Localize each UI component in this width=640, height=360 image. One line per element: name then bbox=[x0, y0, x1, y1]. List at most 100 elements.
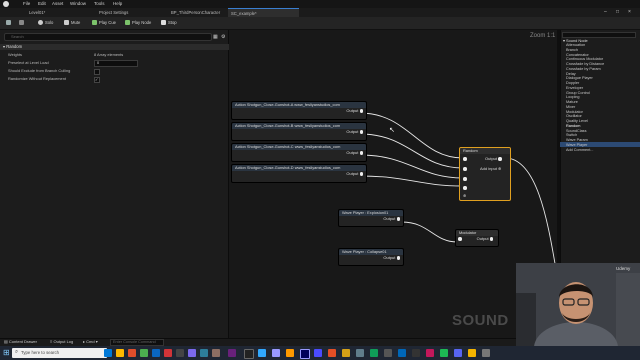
grid-view-icon[interactable]: ▦ bbox=[213, 34, 218, 40]
palette-item[interactable]: Continuous Modulator bbox=[566, 57, 603, 61]
app-icon[interactable] bbox=[200, 349, 208, 357]
palette-item[interactable]: Dialogue Player bbox=[566, 76, 593, 80]
random-node[interactable]: Random Output Add input ⊕ ⊕ bbox=[459, 147, 511, 201]
add-pin-icon[interactable]: ⊕ bbox=[463, 193, 466, 198]
palette-item[interactable]: Delay bbox=[566, 72, 576, 76]
stop-button[interactable]: Stop bbox=[161, 19, 177, 27]
photoshop-icon[interactable] bbox=[258, 349, 266, 357]
after-effects-icon[interactable] bbox=[300, 349, 310, 359]
details-search-input[interactable]: Search bbox=[4, 33, 212, 41]
app-icon[interactable] bbox=[164, 349, 172, 357]
app-icon[interactable] bbox=[128, 349, 136, 357]
palette-item[interactable]: Crossfade by Distance bbox=[566, 62, 604, 66]
app-icon[interactable] bbox=[314, 349, 322, 357]
input-pin-icon[interactable] bbox=[458, 237, 462, 241]
palette-item[interactable]: Enveloper bbox=[566, 86, 583, 90]
palette-item[interactable]: Add Comment... bbox=[566, 148, 593, 152]
palette-item[interactable]: Random bbox=[566, 124, 580, 128]
console-input[interactable]: Enter Console Command bbox=[110, 339, 164, 346]
output-pin-icon[interactable] bbox=[396, 256, 400, 260]
visual-studio-icon[interactable] bbox=[228, 349, 236, 357]
output-pin-icon[interactable] bbox=[359, 151, 363, 155]
cmd-dropdown[interactable]: ▸ Cmd ▾ bbox=[83, 339, 98, 345]
palette-item[interactable]: SoundClass bbox=[566, 129, 586, 133]
output-log-button[interactable]: ≡ Output Log bbox=[50, 339, 73, 345]
unreal-engine-icon[interactable] bbox=[244, 349, 254, 359]
taskbar-search-input[interactable]: Type here to search bbox=[12, 348, 107, 358]
close-icon[interactable]: × bbox=[628, 9, 631, 15]
premiere-icon[interactable] bbox=[272, 349, 280, 357]
palette-item[interactable]: Looping bbox=[566, 95, 580, 99]
output-pin-icon[interactable] bbox=[498, 157, 502, 161]
windows-start-icon[interactable]: ⊞ bbox=[3, 348, 10, 357]
input-pin-icon[interactable] bbox=[463, 157, 467, 161]
play-node-button[interactable]: Play Node bbox=[125, 19, 151, 27]
menu-edit[interactable]: Edit bbox=[38, 1, 46, 6]
file-explorer-icon[interactable] bbox=[116, 349, 124, 357]
wave-node-d[interactable]: Action Shotgun_Close-Gunshot-D www_fesli… bbox=[231, 164, 367, 183]
menu-asset[interactable]: Asset bbox=[52, 1, 63, 6]
app-icon[interactable] bbox=[188, 349, 196, 357]
add-input-icon[interactable]: ⊕ bbox=[498, 166, 501, 171]
app-icon[interactable] bbox=[212, 349, 220, 357]
palette-item[interactable]: Branch bbox=[566, 48, 578, 52]
palette-item[interactable]: Quality Level bbox=[566, 119, 588, 123]
app-icon[interactable] bbox=[440, 349, 448, 357]
prop-weights-value[interactable]: 8 Array elements bbox=[94, 52, 123, 57]
app-icon[interactable] bbox=[482, 349, 490, 357]
browse-icon[interactable] bbox=[19, 19, 26, 27]
mute-button[interactable]: Mute bbox=[64, 19, 80, 27]
palette-item[interactable]: Group Control bbox=[566, 91, 590, 95]
prop-preselect-input[interactable]: 0 bbox=[94, 60, 138, 67]
app-icon[interactable] bbox=[342, 349, 350, 357]
palette-item[interactable]: Doppler bbox=[566, 81, 579, 85]
palette-item[interactable]: Mature bbox=[566, 100, 578, 104]
palette-item[interactable]: Wave Player bbox=[566, 143, 587, 147]
minimize-icon[interactable]: – bbox=[604, 9, 607, 15]
wave-player-explosion-node[interactable]: Wave Player : Explosion01 Output bbox=[338, 209, 404, 227]
wave-node-c[interactable]: Action Shotgun_Close-Gunshot-C www_fesli… bbox=[231, 143, 367, 162]
menu-help[interactable]: Help bbox=[113, 1, 122, 6]
tab-level01[interactable]: Level01* bbox=[26, 8, 89, 17]
output-pin-icon[interactable] bbox=[489, 237, 494, 241]
palette-item[interactable]: Modulator bbox=[566, 110, 583, 114]
maximize-icon[interactable]: □ bbox=[616, 9, 619, 15]
edge-icon[interactable] bbox=[398, 349, 406, 357]
app-icon[interactable] bbox=[152, 349, 160, 357]
app-icon[interactable] bbox=[356, 349, 364, 357]
wave-node-a[interactable]: Action Shotgun_Close-Gunshot-A www_fesli… bbox=[231, 101, 367, 120]
solo-button[interactable]: Solo bbox=[38, 19, 53, 27]
app-icon[interactable] bbox=[426, 349, 434, 357]
tab-bp-third-person-character[interactable]: BP_ThirdPersonCharacter bbox=[168, 8, 231, 17]
palette-item[interactable]: Concatenator bbox=[566, 53, 589, 57]
app-icon[interactable] bbox=[140, 349, 148, 357]
prop-randomize-checkbox[interactable]: ✓ bbox=[94, 77, 100, 83]
palette-item[interactable]: Mixer bbox=[566, 105, 575, 109]
app-icon[interactable] bbox=[454, 349, 462, 357]
output-pin-icon[interactable] bbox=[359, 130, 363, 134]
wave-node-b[interactable]: Action Shotgun_Close-Gunshot-B www_fesli… bbox=[231, 122, 367, 141]
settings-icon[interactable]: ⚙ bbox=[221, 34, 225, 40]
output-pin-icon[interactable] bbox=[359, 109, 363, 113]
details-section-random[interactable]: ▾ Random bbox=[0, 44, 231, 50]
illustrator-icon[interactable] bbox=[286, 349, 294, 357]
prop-exclude-culling-checkbox[interactable] bbox=[94, 69, 100, 75]
app-icon[interactable] bbox=[468, 349, 476, 357]
save-icon[interactable] bbox=[6, 19, 13, 27]
menu-window[interactable]: Window bbox=[70, 1, 86, 6]
palette-item[interactable]: Attenuation bbox=[566, 43, 585, 47]
tab-sc-example[interactable]: SC_example* bbox=[228, 8, 299, 17]
palette-item[interactable]: Crossfade by Param bbox=[566, 67, 601, 71]
input-pin-icon[interactable] bbox=[463, 177, 467, 181]
input-pin-icon[interactable] bbox=[463, 186, 467, 190]
app-icon[interactable] bbox=[176, 349, 184, 357]
app-icon[interactable] bbox=[412, 349, 420, 357]
play-cue-button[interactable]: Play Cue bbox=[92, 19, 116, 27]
output-pin-icon[interactable] bbox=[396, 217, 400, 221]
menu-tools[interactable]: Tools bbox=[94, 1, 105, 6]
palette-item[interactable]: Wave Param bbox=[566, 138, 588, 142]
palette-item[interactable]: Oscillator bbox=[566, 114, 582, 118]
wave-player-collapse-node[interactable]: Wave Player : Collapse01 Output bbox=[338, 248, 404, 266]
tab-project-settings[interactable]: Project Settings bbox=[96, 8, 165, 17]
add-input-label[interactable]: Add input bbox=[480, 166, 497, 171]
